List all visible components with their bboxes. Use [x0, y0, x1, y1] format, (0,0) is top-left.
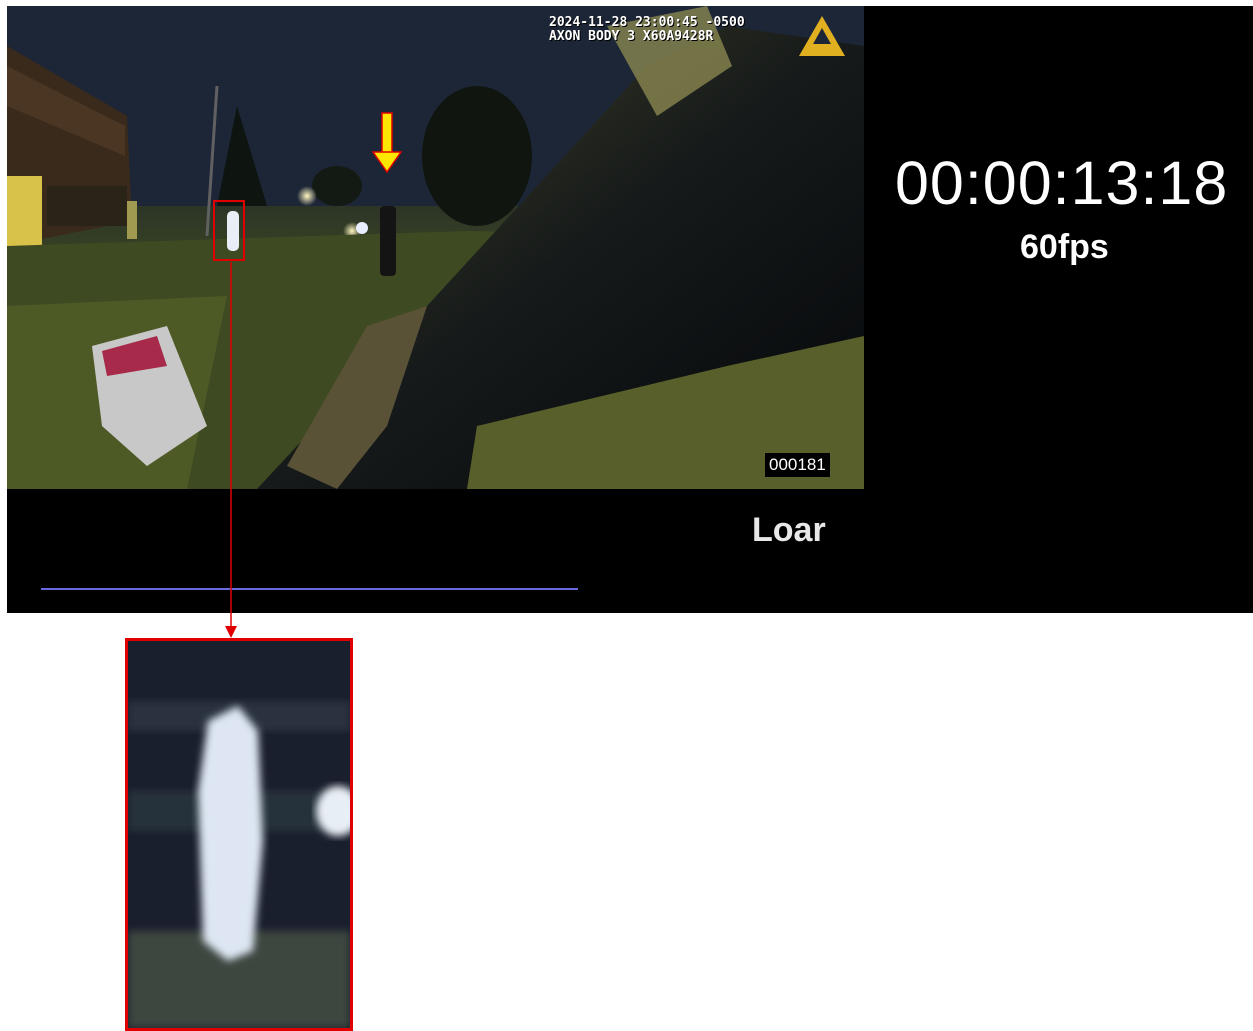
night-street-scene: [7, 6, 864, 489]
highlight-box: [213, 200, 245, 261]
video-frame-panel: 2024-11-28 23:00:45 -0500 AXON BODY 3 X6…: [7, 6, 1253, 613]
hud-device-id: AXON BODY 3 X60A9428R: [549, 29, 714, 44]
zoomed-inset: [125, 638, 353, 1031]
axon-triangle-icon: [799, 16, 845, 56]
frame-counter: 000181: [765, 453, 830, 477]
subject-name-label: Loar: [752, 511, 826, 549]
timecode-display: 00:00:13:18: [895, 149, 1229, 217]
progress-line: [41, 588, 578, 590]
fps-label: 60fps: [1020, 228, 1109, 266]
bodycam-video[interactable]: 2024-11-28 23:00:45 -0500 AXON BODY 3 X6…: [7, 6, 864, 489]
hud-timestamp: 2024-11-28 23:00:45 -0500 AXON BODY 3 X6…: [549, 16, 745, 44]
zoomed-figure-image: [128, 641, 350, 1028]
hud-datetime: 2024-11-28 23:00:45 -0500: [549, 15, 745, 30]
